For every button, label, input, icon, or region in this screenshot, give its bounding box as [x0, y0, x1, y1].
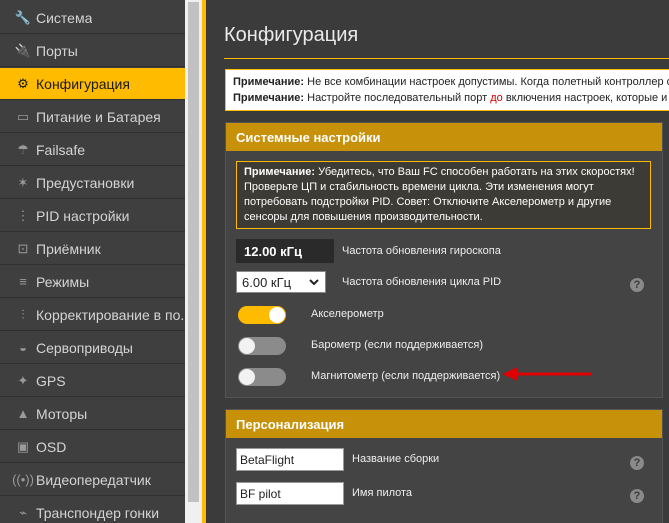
- wand-icon: ✶: [17, 174, 29, 190]
- pid-loop-frequency-label: Частота обновления цикла PID: [342, 276, 502, 288]
- gear-icon: ⚙: [17, 75, 29, 91]
- sidebar-item-7[interactable]: ⊡ Приёмник: [0, 233, 185, 265]
- sidebar-item-label: Предустановки: [36, 174, 135, 191]
- sidebar-item-label: Транспондер гонки: [36, 504, 160, 521]
- sidebar-item-label: Порты: [36, 42, 78, 59]
- sidebar-item-11[interactable]: ✦ GPS: [0, 365, 185, 397]
- chevron-down-icon: [309, 275, 319, 292]
- sidebar-item-label: Корректирование в по...: [36, 306, 185, 323]
- note-2-text-a: Настройте последовательный порт: [304, 92, 491, 104]
- sidebar-item-14[interactable]: ((•)) Видеопередатчик: [0, 464, 185, 496]
- sidebar-item-label: Видеопередатчик: [36, 471, 151, 488]
- antenna-icon: ((•)): [12, 472, 34, 487]
- sidebar-item-label: Конфигурация: [36, 75, 130, 92]
- toggle-knob: [269, 307, 285, 323]
- pilot-name-label: Имя пилота: [352, 487, 413, 499]
- sidebar-item-12[interactable]: ▲ Моторы: [0, 398, 185, 430]
- servo-icon: ◒: [19, 340, 27, 355]
- sidebar-item-label: Сервоприводы: [36, 339, 133, 356]
- system-settings-panel: Системные настройки Примечание: Убедитес…: [225, 122, 663, 398]
- note-2-emphasis: до: [490, 92, 503, 104]
- accelerometer-label: Акселерометр: [311, 308, 384, 320]
- toggle-icon: ≡: [19, 274, 27, 289]
- gyro-update-frequency-label: Частота обновления гироскопа: [342, 245, 501, 257]
- sidebar-item-5[interactable]: ✶ Предустановки: [0, 167, 185, 199]
- barometer-toggle[interactable]: [238, 337, 286, 355]
- sidebar-item-label: Failsafe: [36, 141, 86, 158]
- pid-loop-frequency-select[interactable]: 6.00 кГц: [236, 271, 326, 293]
- personalization-panel: Персонализация BetaFlight Название сборк…: [225, 409, 663, 523]
- sidebar-item-15[interactable]: ⌁ Транспондер гонки: [0, 497, 185, 523]
- sidebar-item-label: Система: [36, 9, 93, 26]
- sidebar-item-3[interactable]: ▭ Питание и Батарея: [0, 101, 185, 133]
- sidebar-item-8[interactable]: ≡ Режимы: [0, 266, 185, 298]
- wrench-icon: 🔧: [14, 9, 32, 25]
- motor-icon: ▲: [16, 406, 30, 421]
- receiver-icon: ⊡: [17, 240, 29, 256]
- sidebar-item-label: PID настройки: [36, 207, 130, 224]
- sidebar-item-4[interactable]: ☂ Failsafe: [0, 134, 185, 166]
- red-arrow-annotation: [502, 367, 592, 381]
- sidebar-item-label: OSD: [36, 438, 67, 455]
- sidebar-item-10[interactable]: ◒ Сервоприводы: [0, 332, 185, 364]
- toggle-knob: [239, 369, 255, 385]
- gyro-update-frequency-value: 12.00 кГц: [236, 239, 334, 263]
- sidebar-item-9[interactable]: ⫶ Корректирование в по...: [0, 299, 185, 331]
- sidebar-item-label: Питание и Батарея: [36, 108, 161, 125]
- plug-icon: 🔌: [14, 42, 32, 58]
- sidebar-scrollbar-thumb[interactable]: [188, 2, 199, 502]
- pilot-name-help-icon[interactable]: ?: [630, 489, 644, 503]
- adjust-icon: ⫶: [21, 306, 25, 322]
- sidebar-item-label: Моторы: [36, 405, 88, 422]
- magnetometer-toggle[interactable]: [238, 368, 286, 386]
- page-title: Конфигурация: [224, 24, 359, 46]
- pid-frequency-help-icon[interactable]: ?: [630, 278, 644, 292]
- personalization-header: Персонализация: [226, 410, 662, 438]
- barometer-label: Барометр (если поддерживается): [311, 339, 484, 351]
- note-2-text-b: включения настроек, которые и: [502, 92, 668, 104]
- note-1-text: Не все комбинации настроек допустимы. Ко…: [304, 76, 669, 88]
- title-underline: [224, 58, 669, 59]
- sidebar-item-6[interactable]: ⋮ PID настройки: [0, 200, 185, 232]
- note-1-prefix: Примечание:: [233, 76, 305, 88]
- pilot-name-input[interactable]: BF pilot: [236, 482, 344, 505]
- main-content: Конфигурация Примечание: Не все комбинац…: [206, 0, 669, 523]
- toggle-knob: [239, 338, 255, 354]
- battery-icon: ▭: [16, 108, 30, 124]
- note-line-2: Примечание: Настройте последовательный п…: [233, 90, 669, 106]
- accelerometer-toggle[interactable]: [238, 306, 286, 324]
- osd-icon: ▣: [16, 438, 30, 454]
- parachute-icon: ☂: [17, 141, 29, 157]
- craft-name-input[interactable]: BetaFlight: [236, 448, 344, 471]
- notes-box: Примечание: Не все комбинации настроек д…: [225, 69, 669, 111]
- sidebar-item-label: Режимы: [36, 273, 90, 290]
- performance-warning: Примечание: Убедитесь, что Ваш FC способ…: [236, 161, 651, 229]
- craft-name-help-icon[interactable]: ?: [630, 456, 644, 470]
- note-2-prefix: Примечание:: [233, 92, 305, 104]
- sliders-icon: ⋮: [16, 207, 30, 223]
- sidebar-item-13[interactable]: ▣ OSD: [0, 431, 185, 463]
- sidebar-item-2[interactable]: ⚙ Конфигурация: [0, 68, 185, 100]
- craft-name-label: Название сборки: [352, 453, 440, 465]
- system-settings-header: Системные настройки: [226, 123, 662, 151]
- pid-loop-frequency-value: 6.00 кГц: [242, 274, 292, 290]
- sidebar-item-label: Приёмник: [36, 240, 101, 257]
- warning-prefix: Примечание:: [244, 166, 316, 178]
- sidebar: 🔧 Система 🔌 Порты ⚙ Конфигурация ▭ Питание и Ба…: [0, 0, 185, 523]
- sidebar-item-label: GPS: [36, 372, 66, 389]
- sidebar-item-1[interactable]: 🔌 Порты: [0, 35, 185, 67]
- note-line-1: Примечание: Не все комбинации настроек д…: [233, 74, 669, 90]
- sidebar-item-0[interactable]: 🔧 Система: [0, 2, 185, 34]
- satellite-icon: ✦: [17, 372, 29, 388]
- transponder-icon: ⌁: [19, 504, 27, 520]
- magnetometer-label: Магнитометр (если поддерживается): [311, 370, 501, 382]
